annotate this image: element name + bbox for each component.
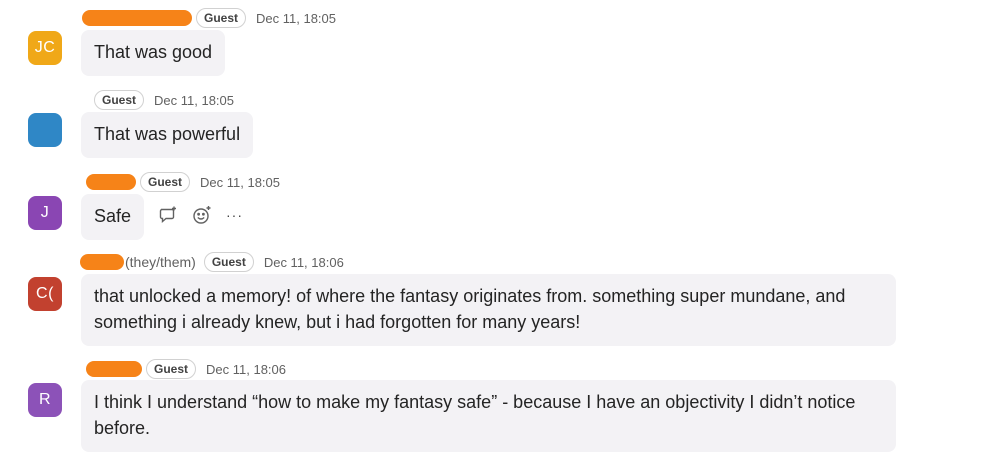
more-options-icon[interactable]: ··· xyxy=(226,207,243,223)
message-header: Guest Dec 11, 18:05 xyxy=(82,8,336,28)
message-header: Guest Dec 11, 18:06 xyxy=(86,359,286,379)
redacted-sender-name xyxy=(86,361,142,377)
avatar[interactable] xyxy=(28,113,62,147)
message-header: (they/them) Guest Dec 11, 18:06 xyxy=(80,252,344,272)
guest-badge: Guest xyxy=(94,90,145,110)
message-bubble[interactable]: Safe xyxy=(81,194,145,240)
message-timestamp: Dec 11, 18:06 xyxy=(206,361,286,377)
message-bubble[interactable]: I think I understand “how to make my fan… xyxy=(81,380,896,452)
message-bubble[interactable]: That was powerful xyxy=(81,112,254,158)
message-text: That was good xyxy=(94,42,213,62)
add-reaction-icon[interactable] xyxy=(192,205,212,225)
avatar[interactable]: C( xyxy=(28,277,62,311)
message-bubble[interactable]: That was good xyxy=(81,30,226,76)
guest-badge: Guest xyxy=(196,8,247,28)
guest-badge: Guest xyxy=(203,252,254,272)
message-text: That was powerful xyxy=(94,124,241,144)
message-timestamp: Dec 11, 18:05 xyxy=(154,92,234,108)
guest-badge: Guest xyxy=(146,359,197,379)
message-text: Safe xyxy=(94,206,132,226)
avatar[interactable]: JC xyxy=(28,31,62,65)
avatar[interactable]: R xyxy=(28,383,62,417)
message-text: I think I understand “how to make my fan… xyxy=(94,392,856,438)
message-bubble[interactable]: that unlocked a memory! of where the fan… xyxy=(81,274,896,346)
guest-badge: Guest xyxy=(140,172,191,192)
redacted-sender-name xyxy=(80,254,124,270)
chat-thread: Guest Dec 11, 18:05 JC That was good Gue… xyxy=(0,0,992,464)
message-text: that unlocked a memory! of where the fan… xyxy=(94,286,846,332)
reply-icon[interactable] xyxy=(158,205,178,225)
message-timestamp: Dec 11, 18:06 xyxy=(263,254,344,270)
avatar[interactable]: J xyxy=(28,196,62,230)
redacted-sender-name xyxy=(82,10,192,26)
redacted-sender-name xyxy=(86,174,136,190)
message-hover-actions: ··· xyxy=(158,205,243,225)
message-header: Guest Dec 11, 18:05 xyxy=(94,90,234,110)
sender-pronouns: (they/them) xyxy=(125,254,196,270)
message-timestamp: Dec 11, 18:05 xyxy=(256,10,336,26)
message-timestamp: Dec 11, 18:05 xyxy=(200,174,280,190)
message-header: Guest Dec 11, 18:05 xyxy=(86,172,280,192)
